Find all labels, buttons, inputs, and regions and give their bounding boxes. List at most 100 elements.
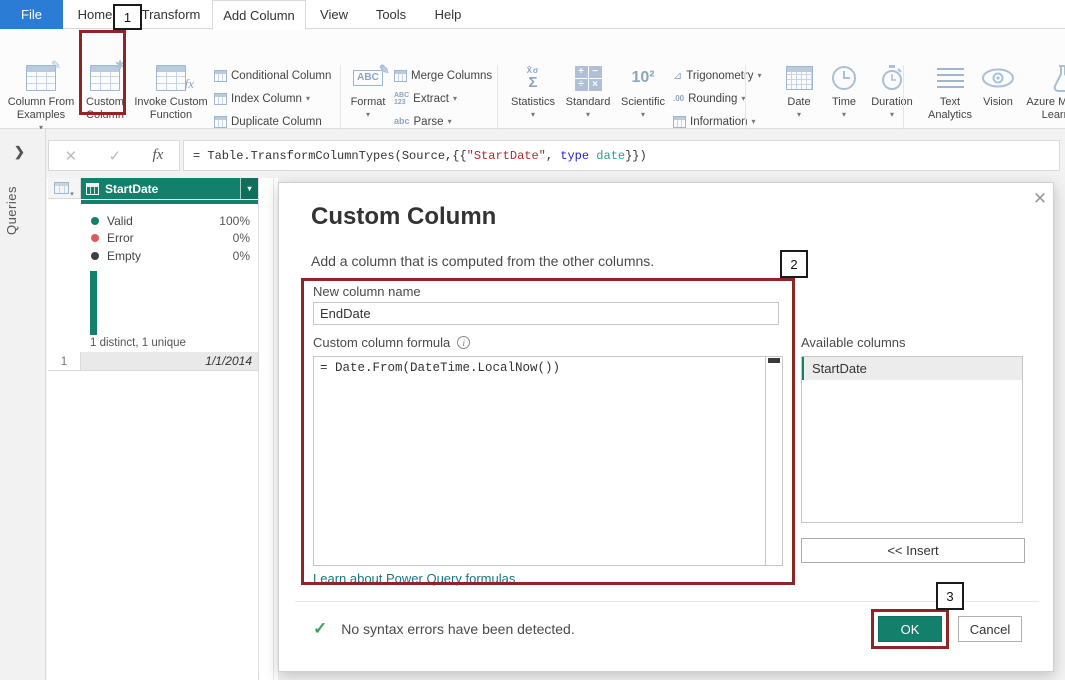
- dropdown-caret-icon: ▾: [752, 117, 756, 126]
- dropdown-caret-icon: ▾: [531, 110, 535, 120]
- ribbon-add-column: ✎ Column From Examples ▾ ✱ Custom Column…: [0, 29, 1065, 129]
- formula-commit-icon[interactable]: ✓: [109, 147, 122, 165]
- dialog-title: Custom Column: [311, 203, 496, 231]
- expand-queries-chevron-icon[interactable]: ❯: [14, 144, 25, 160]
- column-quality-bar[interactable]: [81, 200, 258, 204]
- data-cell-startdate[interactable]: 1/1/2014: [81, 352, 258, 371]
- table-examples-icon: ✎: [26, 65, 56, 91]
- annotation-step-2: 2: [780, 250, 808, 278]
- available-columns-list[interactable]: StartDate: [801, 356, 1023, 523]
- vision-button[interactable]: Vision: [977, 62, 1019, 138]
- quality-empty-row: Empty 0%: [81, 247, 258, 265]
- column-from-examples-button[interactable]: ✎ Column From Examples ▾: [2, 62, 80, 138]
- cancel-button[interactable]: Cancel: [958, 616, 1022, 642]
- duplicate-column-icon: [214, 116, 227, 128]
- dropdown-caret-icon: ▾: [448, 117, 452, 126]
- information-icon: [673, 116, 686, 128]
- dialog-subtitle: Add a column that is computed from the o…: [311, 253, 654, 269]
- annotation-step-3: 3: [936, 582, 964, 610]
- row-number-cell[interactable]: 1: [48, 352, 81, 371]
- learn-formulas-link[interactable]: Learn about Power Query formulas: [313, 571, 515, 586]
- quality-error-row: Error 0%: [81, 229, 258, 247]
- text-analytics-button[interactable]: Text Analytics: [922, 62, 978, 138]
- tab-help[interactable]: Help: [420, 0, 476, 29]
- format-abc-icon: ABC✎: [353, 70, 383, 86]
- invoke-custom-function-button[interactable]: fx Invoke Custom Function: [130, 62, 212, 138]
- new-column-name-input[interactable]: [313, 302, 779, 325]
- rounding-icon: .00: [673, 94, 684, 103]
- text-lines-icon: [937, 68, 964, 88]
- date-button[interactable]: Date ▾: [776, 62, 822, 138]
- standard-button[interactable]: +− ÷× Standard ▾: [561, 62, 615, 138]
- close-icon[interactable]: ✕: [1029, 188, 1051, 210]
- clock-icon: [829, 63, 859, 93]
- fx-icon: fx: [152, 147, 163, 164]
- trigonometry-button[interactable]: ⊿ Trigonometry ▾: [673, 66, 766, 85]
- parse-abc-icon: abc: [394, 117, 410, 126]
- statistics-button[interactable]: X̄σΣ Statistics ▾: [506, 62, 560, 138]
- extract-button[interactable]: ABC123 Extract ▾: [394, 89, 461, 108]
- error-dot-icon: [91, 234, 99, 242]
- dropdown-caret-icon: ▾: [758, 71, 762, 80]
- formula-editor-input[interactable]: = Date.From(DateTime.LocalNow()): [314, 357, 765, 565]
- tab-transform[interactable]: Transform: [130, 0, 212, 29]
- duration-button[interactable]: Duration ▾: [864, 62, 920, 138]
- empty-dot-icon: [91, 252, 99, 260]
- column-filter-dropdown[interactable]: ▾: [240, 178, 258, 199]
- select-all-cell[interactable]: ▾: [48, 178, 81, 199]
- column-border: [273, 178, 274, 680]
- list-item-startdate[interactable]: StartDate: [802, 357, 1022, 380]
- formula-cancel-icon[interactable]: ✕: [65, 147, 78, 165]
- formula-code: = Table.TransformColumnTypes(Source,{{: [193, 149, 467, 163]
- queries-pane-border: [45, 129, 46, 680]
- tab-file[interactable]: File: [0, 0, 63, 29]
- triangle-icon: ⊿: [673, 69, 682, 82]
- formula-string-token: "StartDate": [467, 149, 546, 163]
- dropdown-caret-icon: ▾: [70, 190, 74, 198]
- formula-bar-input[interactable]: = Table.TransformColumnTypes(Source,{{"S…: [183, 140, 1060, 171]
- pencil-icon: ✎: [379, 62, 390, 78]
- scrollbar-thumb[interactable]: [768, 358, 780, 363]
- queries-pane-label[interactable]: Queries: [4, 186, 19, 235]
- pencil-icon: ✎: [51, 58, 61, 72]
- merge-columns-icon: [394, 70, 407, 82]
- azure-machine-learning-button[interactable]: Azure Machine Learning: [1020, 62, 1065, 138]
- custom-column-button[interactable]: ✱ Custom Column: [82, 62, 128, 138]
- time-button[interactable]: Time ▾: [823, 62, 865, 138]
- dropdown-caret-icon: ▾: [586, 110, 590, 120]
- tab-add-column[interactable]: Add Column: [212, 0, 306, 30]
- valid-dot-icon: [91, 217, 99, 225]
- syntax-message: No syntax errors have been detected.: [341, 621, 574, 637]
- table-custom-icon: ✱: [90, 65, 120, 91]
- ten-squared-icon: 10²: [631, 68, 654, 87]
- custom-column-formula-label: Custom column formula i: [313, 335, 470, 350]
- table-icon: [54, 182, 69, 194]
- stopwatch-icon: [879, 63, 905, 93]
- dropdown-caret-icon: ▾: [797, 110, 801, 120]
- tab-tools[interactable]: Tools: [362, 0, 420, 29]
- dropdown-caret-icon: ▾: [842, 110, 846, 120]
- formula-scrollbar[interactable]: [765, 357, 782, 565]
- syntax-status: ✓ No syntax errors have been detected.: [313, 619, 575, 639]
- conditional-column-button[interactable]: Conditional Column: [214, 66, 335, 85]
- new-column-name-label: New column name: [313, 284, 421, 299]
- statistics-sigma-icon: X̄σΣ: [527, 67, 540, 90]
- merge-columns-button[interactable]: Merge Columns: [394, 66, 496, 85]
- table-fx-icon: fx: [156, 65, 186, 91]
- date-column-type-icon[interactable]: [86, 183, 99, 195]
- custom-column-dialog: ✕ Custom Column Add a column that is com…: [278, 182, 1054, 672]
- dropdown-caret-icon: ▾: [890, 110, 894, 120]
- dropdown-caret-icon: ▾: [366, 110, 370, 120]
- rounding-button[interactable]: .00 Rounding ▾: [673, 89, 749, 108]
- column-quality-panel: Valid 100% Error 0% Empty 0% 1 distinct,…: [81, 205, 258, 351]
- index-column-button[interactable]: Index Column ▾: [214, 89, 314, 108]
- insert-button[interactable]: << Insert: [801, 538, 1025, 563]
- format-button[interactable]: ABC✎ Format ▾: [344, 62, 392, 138]
- tab-view[interactable]: View: [306, 0, 362, 29]
- ok-button[interactable]: OK: [878, 616, 942, 642]
- column-header-startdate[interactable]: StartDate ▾: [81, 178, 258, 199]
- formula-editor: = Date.From(DateTime.LocalNow()): [313, 356, 783, 566]
- extract-abc123-icon: ABC123: [394, 92, 409, 106]
- info-icon[interactable]: i: [457, 336, 470, 349]
- scientific-button[interactable]: 10² Scientific ▾: [616, 62, 670, 138]
